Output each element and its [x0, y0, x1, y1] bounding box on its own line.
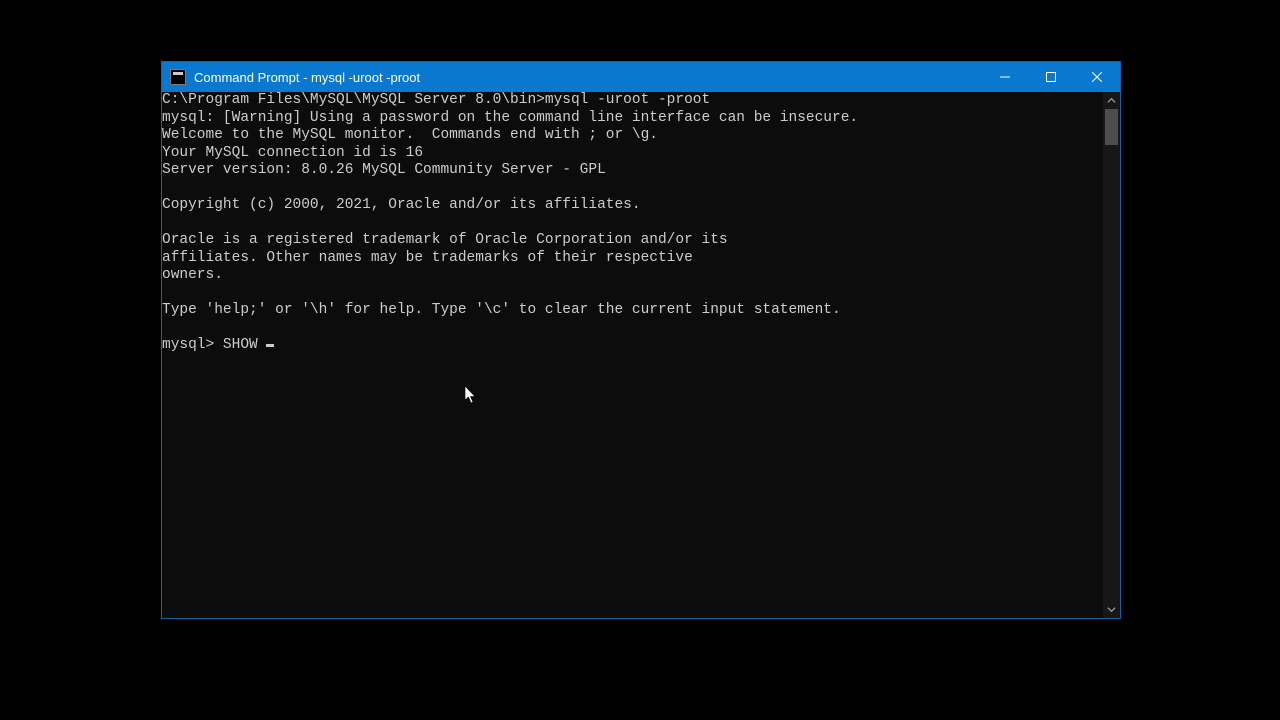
terminal-line: C:\Program Files\MySQL\MySQL Server 8.0\… — [162, 92, 1103, 110]
terminal-prompt: mysql> — [162, 337, 223, 353]
terminal-line: Oracle is a registered trademark of Orac… — [162, 232, 1103, 250]
cmd-app-icon — [170, 69, 186, 85]
command-prompt-window: Command Prompt - mysql -uroot -proot C:\… — [161, 61, 1121, 619]
terminal-line — [162, 215, 1103, 233]
terminal-line — [162, 320, 1103, 338]
minimize-icon — [1000, 72, 1010, 82]
terminal-input[interactable]: SHOW — [223, 337, 267, 353]
terminal-line: Your MySQL connection id is 16 — [162, 145, 1103, 163]
vertical-scrollbar[interactable] — [1103, 92, 1120, 618]
terminal-line: Copyright (c) 2000, 2021, Oracle and/or … — [162, 197, 1103, 215]
maximize-button[interactable] — [1028, 62, 1074, 92]
terminal-output[interactable]: C:\Program Files\MySQL\MySQL Server 8.0\… — [162, 92, 1103, 618]
terminal-line: affiliates. Other names may be trademark… — [162, 250, 1103, 268]
terminal-line: Welcome to the MySQL monitor. Commands e… — [162, 127, 1103, 145]
terminal-line — [162, 180, 1103, 198]
scrollbar-thumb[interactable] — [1105, 109, 1118, 145]
client-area: C:\Program Files\MySQL\MySQL Server 8.0\… — [162, 92, 1120, 618]
minimize-button[interactable] — [982, 62, 1028, 92]
terminal-line: owners. — [162, 267, 1103, 285]
terminal-line: mysql: [Warning] Using a password on the… — [162, 110, 1103, 128]
close-button[interactable] — [1074, 62, 1120, 92]
terminal-line: Server version: 8.0.26 MySQL Community S… — [162, 162, 1103, 180]
text-cursor-icon — [266, 344, 274, 347]
scroll-up-arrow-icon[interactable] — [1103, 92, 1120, 109]
close-icon — [1092, 72, 1102, 82]
maximize-icon — [1046, 72, 1056, 82]
terminal-line: Type 'help;' or '\h' for help. Type '\c'… — [162, 302, 1103, 320]
scrollbar-track[interactable] — [1103, 109, 1120, 601]
terminal-line — [162, 285, 1103, 303]
scroll-down-arrow-icon[interactable] — [1103, 601, 1120, 618]
terminal-prompt-line[interactable]: mysql> SHOW — [162, 337, 1103, 355]
titlebar[interactable]: Command Prompt - mysql -uroot -proot — [162, 62, 1120, 92]
window-title: Command Prompt - mysql -uroot -proot — [194, 70, 420, 85]
